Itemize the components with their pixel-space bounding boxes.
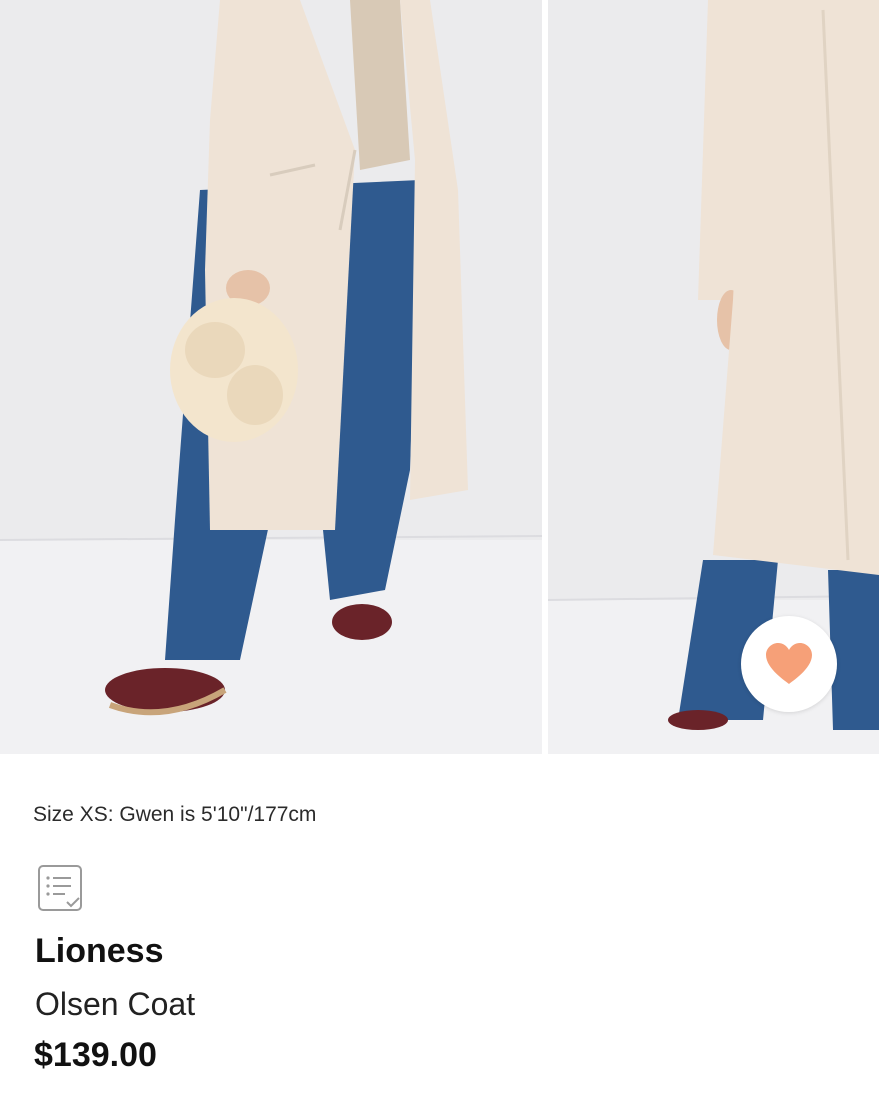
size-guide-button[interactable] (37, 864, 85, 914)
brand-name[interactable]: Lioness (35, 932, 163, 971)
model-front-illustration (0, 0, 542, 754)
list-check-icon (38, 865, 82, 911)
product-title: Olsen Coat (35, 986, 196, 1022)
product-photo-front[interactable] (0, 0, 542, 754)
product-price: $139.00 (34, 1036, 157, 1074)
favorite-button[interactable] (741, 616, 837, 712)
model-size-note: Size XS: Gwen is 5'10"/177cm (33, 803, 317, 826)
heart-icon (766, 643, 812, 684)
